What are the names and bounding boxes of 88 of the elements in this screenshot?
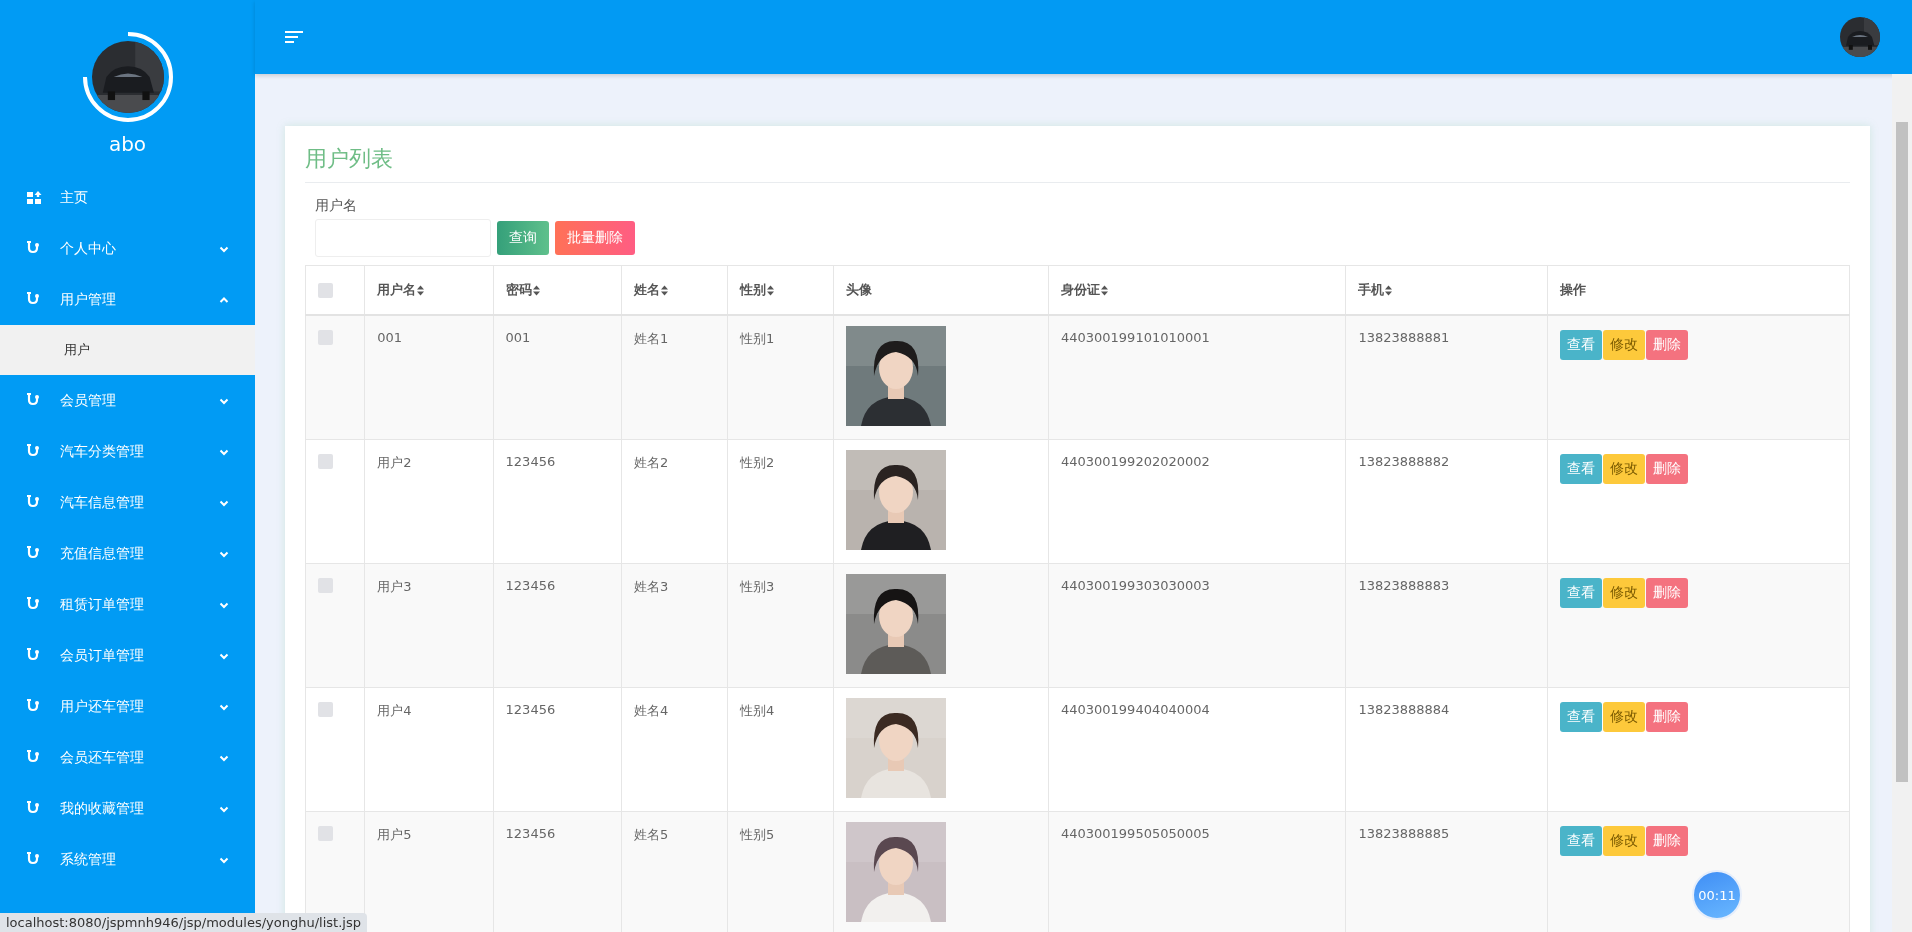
status-url: localhost:8080/jspmnh946/jsp/modules/yonghu/list.jsp: [0, 913, 367, 932]
column-header[interactable]: 用户名: [377, 281, 417, 299]
field-label: 用户名: [315, 197, 358, 215]
delete-button[interactable]: 删除: [1645, 453, 1688, 484]
table-cell: 13823888882: [1358, 453, 1450, 469]
table-cell: 姓名4: [633, 702, 669, 718]
table-cell: 性别1: [740, 331, 775, 346]
checkbox[interactable]: [318, 577, 333, 593]
query-button[interactable]: 查询: [497, 221, 549, 255]
sidebar-item[interactable]: 会员管理: [0, 375, 255, 426]
sidebar-item[interactable]: 系统管理: [0, 834, 255, 885]
sidebar-item[interactable]: 我的收藏管理: [0, 783, 255, 834]
sidebar-item[interactable]: 汽车分类管理: [0, 426, 255, 477]
view-button[interactable]: 查看: [1559, 825, 1602, 856]
batch-delete-button[interactable]: 批量删除: [555, 221, 635, 255]
sidebar-item[interactable]: 会员还车管理: [0, 732, 255, 783]
table-cell: 性别4: [740, 702, 775, 718]
table-cell: 123456: [505, 453, 556, 469]
table-cell: 001: [377, 330, 403, 345]
sidebar-item[interactable]: 租赁订单管理: [0, 579, 255, 630]
column-header[interactable]: 操作: [1559, 281, 1586, 299]
edit-button[interactable]: 修改: [1602, 330, 1645, 360]
checkbox[interactable]: [318, 453, 333, 469]
sort-icon[interactable]: [767, 284, 775, 296]
view-button[interactable]: 查看: [1559, 577, 1602, 608]
table-cell: 13823888883: [1358, 577, 1450, 593]
table-cell: 姓名5: [633, 826, 669, 842]
sort-icon[interactable]: [660, 284, 668, 296]
table-cell: 用户2: [377, 454, 412, 470]
page-title: 用户列表: [305, 144, 1850, 183]
view-button[interactable]: 查看: [1559, 330, 1602, 360]
sidebar-item[interactable]: 汽车信息管理: [0, 477, 255, 528]
table-cell: 性别2: [740, 454, 775, 470]
view-button[interactable]: 查看: [1559, 701, 1602, 732]
table-cell: 姓名3: [633, 578, 669, 594]
scrollbar[interactable]: [1892, 74, 1912, 932]
table-cell: 性别3: [740, 578, 775, 594]
table-cell: 用户5: [377, 826, 412, 842]
submenu-item[interactable]: 用户: [0, 325, 255, 375]
table-cell: 姓名1: [633, 331, 669, 346]
delete-button[interactable]: 删除: [1645, 825, 1688, 856]
edit-button[interactable]: 修改: [1602, 825, 1645, 856]
checkbox[interactable]: [318, 282, 333, 298]
table-cell: 001: [505, 330, 531, 345]
sidebar-item[interactable]: 充值信息管理: [0, 528, 255, 579]
table-cell: 123456: [505, 577, 556, 593]
column-header[interactable]: 性别: [740, 281, 767, 299]
delete-button[interactable]: 删除: [1645, 577, 1688, 608]
table-cell: 440300199505050005: [1060, 825, 1210, 841]
table-cell: 用户4: [377, 702, 412, 718]
edit-button[interactable]: 修改: [1602, 577, 1645, 608]
table-cell: 姓名2: [633, 454, 669, 470]
sidebar-item[interactable]: 主页: [0, 172, 255, 223]
column-header[interactable]: 手机: [1358, 281, 1385, 299]
table-cell: 440300199202020002: [1060, 453, 1210, 469]
table-cell: 440300199404040004: [1060, 701, 1210, 717]
table-cell: 13823888884: [1358, 701, 1450, 717]
checkbox[interactable]: [318, 825, 333, 841]
edit-button[interactable]: 修改: [1602, 453, 1645, 484]
view-button[interactable]: 查看: [1559, 453, 1602, 484]
delete-button[interactable]: 删除: [1645, 330, 1688, 360]
sidebar-item[interactable]: 用户还车管理: [0, 681, 255, 732]
edit-button[interactable]: 修改: [1602, 701, 1645, 732]
column-header[interactable]: 姓名: [633, 281, 660, 299]
sidebar-item[interactable]: 会员订单管理: [0, 630, 255, 681]
dashboard-icon: [26, 189, 42, 206]
delete-button[interactable]: 删除: [1645, 701, 1688, 732]
column-header[interactable]: 头像: [846, 281, 873, 299]
checkbox[interactable]: [318, 330, 333, 345]
table-cell: 123456: [505, 825, 556, 841]
sidebar-item[interactable]: 个人中心: [0, 223, 255, 274]
table-cell: 用户3: [377, 578, 412, 594]
table-cell: 13823888881: [1358, 330, 1450, 345]
table-cell: 123456: [505, 701, 556, 717]
sort-icon[interactable]: [532, 284, 540, 296]
checkbox[interactable]: [318, 701, 333, 717]
table-cell: 性别5: [740, 826, 775, 842]
sidebar-item[interactable]: 用户管理: [0, 274, 255, 325]
menu-icon[interactable]: [285, 29, 305, 45]
column-header[interactable]: 身份证: [1060, 281, 1100, 299]
user-name: abo: [108, 132, 147, 156]
sort-icon[interactable]: [1100, 284, 1108, 296]
column-header[interactable]: 密码: [505, 281, 532, 299]
table-cell: 13823888885: [1358, 825, 1450, 841]
table-cell: 440300199303030003: [1060, 577, 1210, 593]
sort-icon[interactable]: [1385, 284, 1393, 296]
table-cell: 440300199101010001: [1060, 330, 1210, 345]
sort-icon[interactable]: [417, 284, 425, 296]
